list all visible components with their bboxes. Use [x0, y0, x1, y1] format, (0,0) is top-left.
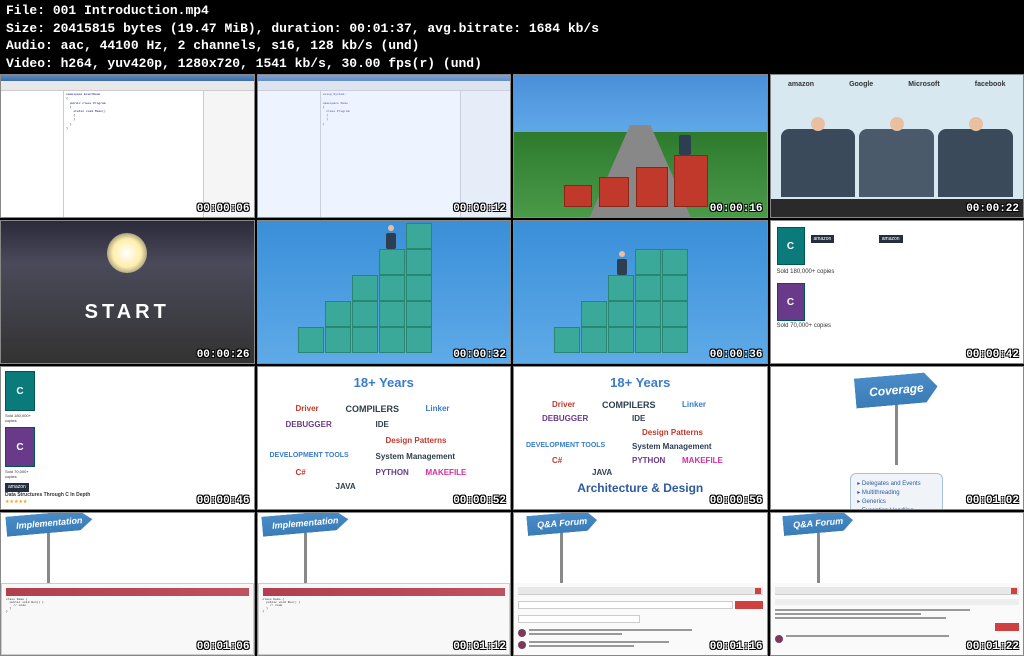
timestamp: 00:00:46: [197, 495, 250, 507]
timestamp: 00:00:12: [453, 203, 506, 215]
book-ds: C: [777, 283, 805, 321]
thumbnail-11: 18+ Years Driver COMPILERS Linker DEBUGG…: [513, 366, 768, 510]
media-info-header: File: 001 Introduction.mp4 Size: 2041581…: [0, 0, 1024, 74]
timestamp: 00:00:52: [453, 495, 506, 507]
audio-label: Audio:: [6, 38, 53, 53]
timestamp: 00:00:22: [966, 203, 1019, 215]
coverage-list: Delegates and EventsMultithreading Gener…: [850, 473, 943, 510]
book-c-depth: C: [777, 227, 805, 265]
timestamp: 00:01:22: [966, 641, 1019, 653]
thumbnail-10: 18+ Years Driver COMPILERS Linker DEBUGG…: [257, 366, 512, 510]
years-title: 18+ Years: [266, 375, 503, 390]
thumbnail-13: Implementation class Demo { public void …: [0, 512, 255, 656]
logo-google: Google: [849, 81, 873, 88]
thumbnail-3: 00:00:16: [513, 74, 768, 218]
timestamp: 00:01:06: [197, 641, 250, 653]
thumbnail-8: C amazon amazon Sold 180,000+ copies C S…: [770, 220, 1024, 364]
timestamp: 00:00:42: [966, 349, 1019, 361]
timestamp: 00:00:06: [197, 203, 250, 215]
video-value: h264, yuv420p, 1280x720, 1541 kb/s, 30.0…: [61, 56, 482, 71]
bitrate-value: 1684 kb/s: [529, 21, 599, 36]
size-label: Size:: [6, 21, 45, 36]
size-bytes: 20415815: [53, 21, 115, 36]
thumbnail-6: 00:00:32: [257, 220, 512, 364]
duration-value: 00:01:37,: [349, 21, 419, 36]
file-label: File:: [6, 3, 45, 18]
sold-count: Sold 70,000+ copies: [777, 323, 1018, 329]
thumbnail-9: C Sold 180,000+ copies C Sold 70,000+ co…: [0, 366, 255, 510]
timestamp: 00:01:02: [966, 495, 1019, 507]
thumbnail-12: Coverage Delegates and EventsMultithread…: [770, 366, 1024, 510]
qa-sign: Q&A Forum: [526, 512, 598, 536]
duration-label: duration:: [271, 21, 341, 36]
thumbnail-16: Q&A Forum 00:01:22: [770, 512, 1024, 656]
start-text: START: [85, 301, 170, 324]
thumbnail-14: Implementation class Demo { public void …: [257, 512, 512, 656]
size-unit: bytes (19.47 MiB),: [123, 21, 263, 36]
thumbnail-7: 00:00:36: [513, 220, 768, 364]
logo-facebook: facebook: [975, 81, 1006, 88]
timestamp: 00:00:36: [710, 349, 763, 361]
years-title: 18+ Years: [522, 375, 759, 390]
timestamp: 00:00:56: [710, 495, 763, 507]
thumbnail-5: START 00:00:26: [0, 220, 255, 364]
file-value: 001 Introduction.mp4: [53, 3, 209, 18]
coverage-sign: Coverage: [854, 372, 939, 409]
thumbnail-grid: namespace EventDemo{ public class Progra…: [0, 74, 1024, 656]
qa-sign: Q&A Forum: [783, 512, 855, 536]
amazon-tag: amazon: [879, 235, 903, 243]
timestamp: 00:01:16: [710, 641, 763, 653]
amazon-tag: amazon: [811, 235, 835, 243]
logo-amazon: amazon: [788, 81, 814, 88]
thumbnail-2: using System;namespace Demo{ class Progr…: [257, 74, 512, 218]
audio-value: aac, 44100 Hz, 2 channels, s16, 128 kb/s…: [61, 38, 420, 53]
timestamp: 00:01:12: [453, 641, 506, 653]
bitrate-label: avg.bitrate:: [427, 21, 521, 36]
arch-title: Architecture & Design: [514, 481, 767, 495]
thumbnail-15: Q&A Forum 00:01:16: [513, 512, 768, 656]
sold-count: Sold 180,000+ copies: [777, 269, 1018, 275]
thumbnail-4: amazon Google Microsoft facebook 00:00:2…: [770, 74, 1024, 218]
video-label: Video:: [6, 56, 53, 71]
timestamp: 00:00:26: [197, 349, 250, 361]
timestamp: 00:00:32: [453, 349, 506, 361]
logo-microsoft: Microsoft: [908, 81, 940, 88]
timestamp: 00:00:16: [710, 203, 763, 215]
thumbnail-1: namespace EventDemo{ public class Progra…: [0, 74, 255, 218]
